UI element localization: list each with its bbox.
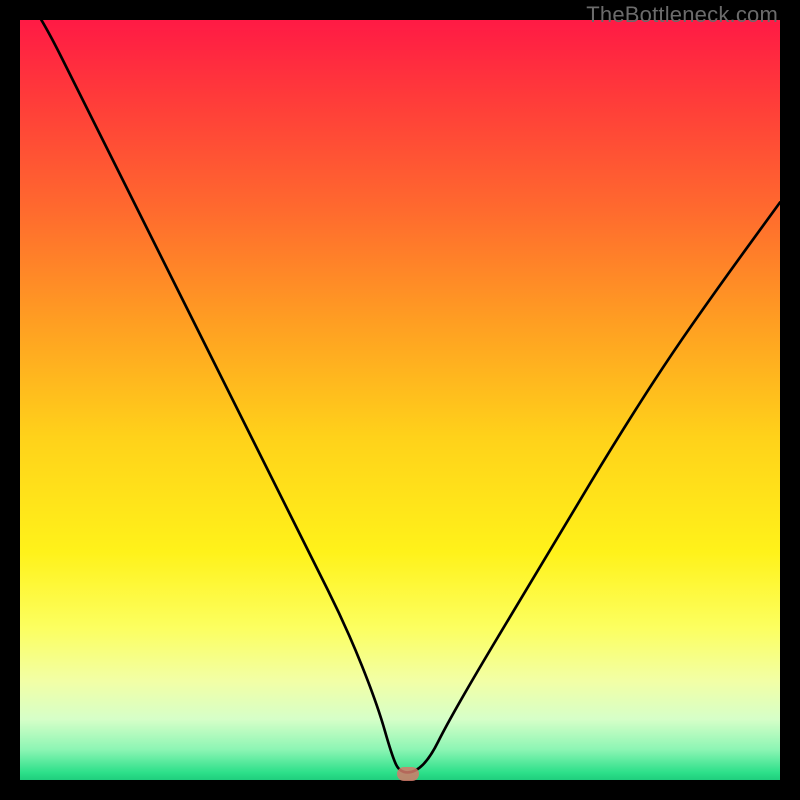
curve-path xyxy=(20,20,780,772)
chart-plot-area xyxy=(20,20,780,780)
bottleneck-curve xyxy=(20,20,780,780)
chart-frame: TheBottleneck.com xyxy=(0,0,800,800)
watermark-text: TheBottleneck.com xyxy=(586,2,778,28)
min-marker xyxy=(397,767,419,781)
